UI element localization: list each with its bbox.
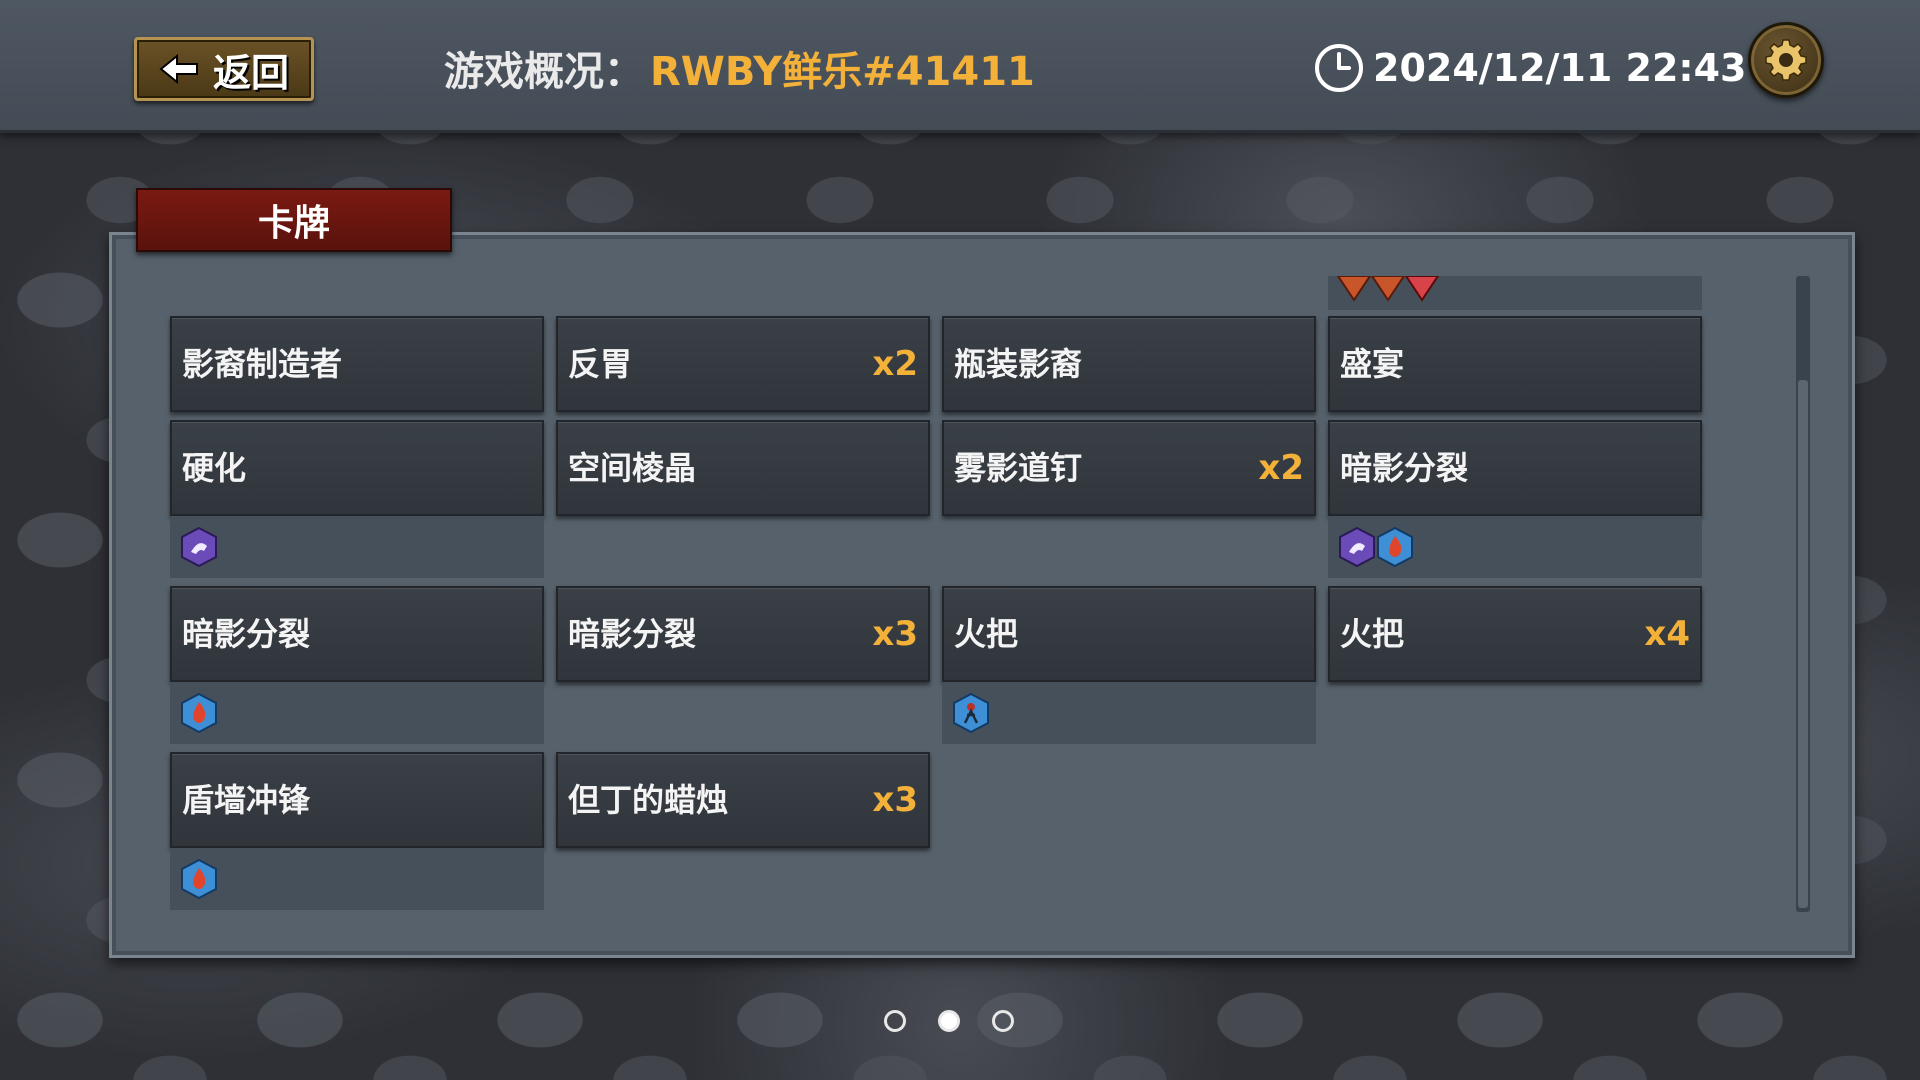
card-item[interactable]: 盾墙冲锋 (170, 752, 544, 848)
figure-hex-icon (953, 693, 989, 733)
card-tag-strip (170, 682, 544, 744)
card-name: 反胃 (568, 345, 633, 383)
card-count: x2 (1258, 448, 1304, 488)
top-bar: 返回 游戏概况： RWBY鲜乐#41411 2024/12/11 22:43 (0, 0, 1920, 133)
card-tag-strip (1328, 276, 1702, 310)
card-name: 但丁的蜡烛 (568, 781, 729, 819)
page-dot-3[interactable] (992, 1010, 1014, 1032)
card-item[interactable]: 火把 x4 (1328, 586, 1702, 682)
page-dot-1[interactable] (884, 1010, 906, 1032)
purple-ghost-hex-icon (1339, 527, 1375, 567)
card-item[interactable]: 硬化 (170, 420, 544, 516)
page-dot-2[interactable] (938, 1010, 960, 1032)
card-count: x2 (872, 344, 918, 384)
card-name: 暗影分裂 (1340, 449, 1469, 487)
purple-ghost-hex-icon (181, 527, 217, 567)
card-name: 暗影分裂 (182, 615, 311, 653)
card-name: 空间棱晶 (568, 449, 697, 487)
red-shard-icon (1336, 276, 1440, 302)
card-item[interactable]: 空间棱晶 (556, 420, 930, 516)
card-name: 瓶装影裔 (954, 345, 1083, 383)
card-item[interactable]: 暗影分裂 (170, 586, 544, 682)
card-item[interactable]: 暗影分裂 x3 (556, 586, 930, 682)
card-tag-strip (942, 682, 1316, 744)
card-name: 盾墙冲锋 (182, 781, 311, 819)
card-name: 暗影分裂 (568, 615, 697, 653)
fire-hex-icon (181, 693, 217, 733)
clock-icon (1315, 44, 1363, 92)
card-grid[interactable]: 影裔制造者 反胃 x2 瓶装影裔 盛宴 硬化 空间棱晶 雾影道钉 x2 暗影分裂 (170, 276, 1704, 912)
pagination-dots (884, 1010, 1014, 1032)
back-button-label: 返回 (212, 50, 289, 95)
scroll-thumb[interactable] (1798, 380, 1808, 908)
left-arrow-icon (159, 54, 198, 84)
gear-icon (1765, 39, 1807, 81)
card-item[interactable]: 雾影道钉 x2 (942, 420, 1316, 516)
back-button[interactable]: 返回 (134, 37, 314, 101)
tab-cards-label: 卡牌 (257, 203, 330, 244)
card-name: 火把 (1340, 615, 1405, 653)
card-name: 盛宴 (1340, 345, 1405, 383)
card-item[interactable]: 反胃 x2 (556, 316, 930, 412)
card-item[interactable]: 暗影分裂 (1328, 420, 1702, 516)
card-item[interactable]: 但丁的蜡烛 x3 (556, 752, 930, 848)
timestamp: 2024/12/11 22:43 (1313, 40, 1746, 96)
card-item[interactable]: 影裔制造者 (170, 316, 544, 412)
card-name: 火把 (954, 615, 1019, 653)
card-tag-strip (170, 848, 544, 910)
card-item[interactable]: 火把 (942, 586, 1316, 682)
card-item[interactable]: 盛宴 (1328, 316, 1702, 412)
fire-hex-icon (1377, 527, 1413, 567)
card-name: 影裔制造者 (182, 345, 343, 383)
title-prefix: 游戏概况： (444, 49, 644, 95)
game-name: RWBY鲜乐#41411 (650, 49, 1035, 95)
card-tag-strip (170, 516, 544, 578)
tab-cards[interactable]: 卡牌 (136, 188, 452, 252)
fire-hex-icon (181, 859, 217, 899)
datetime-text: 2024/12/11 22:43 (1373, 46, 1747, 90)
card-name: 雾影道钉 (954, 449, 1083, 487)
card-count: x3 (872, 614, 918, 654)
card-count: x3 (872, 780, 918, 820)
page-title: 游戏概况： RWBY鲜乐#41411 (444, 40, 1035, 96)
card-name: 硬化 (182, 449, 247, 487)
card-tag-strip (1328, 516, 1702, 578)
settings-button[interactable] (1748, 22, 1824, 98)
card-count: x4 (1644, 614, 1690, 654)
card-item[interactable]: 瓶装影裔 (942, 316, 1316, 412)
scrollbar[interactable] (1796, 276, 1810, 912)
